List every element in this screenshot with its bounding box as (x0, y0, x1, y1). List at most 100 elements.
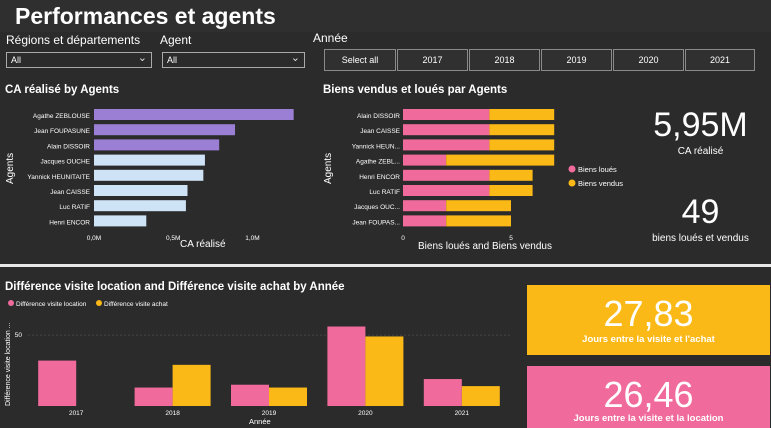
bar-segment (489, 124, 555, 136)
bar-segment (403, 139, 490, 151)
bar (94, 154, 205, 166)
bar (172, 364, 211, 406)
bar-segment (489, 169, 533, 181)
chart-biens-title: Biens vendus et loués par Agents (323, 84, 508, 96)
bar (365, 336, 404, 406)
y-tick-label: Luc RATIF (59, 204, 90, 211)
legend-label: Biens vendus (578, 179, 623, 188)
page-title: Performances et agents (15, 3, 276, 29)
bar (94, 200, 186, 212)
bar-segment (446, 154, 555, 166)
chevron-down-icon: ⌄ (137, 52, 147, 64)
kpi-ca-value: 5,95M (653, 106, 748, 144)
bar (231, 384, 269, 406)
legend-marker (568, 165, 576, 173)
bar (269, 387, 307, 406)
kpi-ca-label: CA réalisé (677, 146, 724, 157)
bar (94, 169, 204, 181)
y-tick-label: Jacques OUCHE (41, 159, 91, 166)
bar (423, 379, 462, 406)
bar (38, 360, 77, 406)
kpi-biens-value: 49 (681, 193, 720, 231)
x-tick-label: 1,0M (245, 235, 259, 242)
card-visite-location: 26,46 Jours entre la visite et la locati… (527, 366, 770, 428)
section-divider (0, 264, 771, 267)
y-tick-label: Luc RATIF (369, 189, 400, 196)
bar-segment (403, 154, 447, 166)
filter-label-regions: Régions et départements (6, 33, 141, 47)
chart-ca-by-agents: Agathe ZEBLOUSE Jean FOUPASUNE Alain DISSO… (27, 109, 294, 242)
y-tick-label: Agathe ZEBL... (356, 159, 400, 166)
year-button-2019[interactable]: 2019 (541, 49, 612, 71)
bar-segment (489, 139, 555, 151)
bar-segment (489, 109, 555, 120)
bar-segment (403, 109, 490, 120)
legend-label: Différence visite achat (104, 301, 168, 308)
filter-label-agent: Agent (160, 33, 192, 47)
y-tick-label: Jean FOUPAS... (352, 219, 400, 226)
bar-segment (403, 185, 490, 196)
bar (94, 185, 188, 196)
card-location-label: Jours entre la visite et la location (573, 413, 724, 424)
chevron-down-icon: ⌄ (290, 52, 300, 64)
bar-segment (403, 169, 490, 181)
bar (94, 109, 294, 120)
bar-segment (403, 124, 490, 136)
y-tick-label: Jean CAISSE (360, 128, 400, 135)
chart-ca-title: CA réalisé by Agents (5, 84, 120, 96)
x-tick-label: 2021 (455, 410, 470, 417)
x-tick-label: 0,0M (87, 235, 101, 242)
y-tick-label: Henri ENCOR (359, 174, 400, 181)
card-visite-achat: 27,83 Jours entre la visite et l'achat (527, 285, 770, 355)
y-tick-label: Jean FOUPASUNE (34, 128, 91, 135)
bar (327, 326, 366, 406)
legend-label: Biens loués (578, 165, 617, 174)
bar-segment (403, 200, 447, 212)
x-tick-label: 0,5M (166, 235, 180, 242)
x-tick-label: 0 (401, 235, 405, 242)
regions-dropdown[interactable]: All ⌄ (6, 52, 152, 68)
y-tick-label: Henri ENCOR (49, 219, 90, 226)
year-button-select-all[interactable]: Select all (324, 49, 396, 71)
bar-segment (403, 215, 447, 227)
y-tick-label: Agathe ZEBLOUSE (33, 113, 91, 120)
card-achat-value: 27,83 (603, 293, 694, 334)
bar (134, 387, 173, 406)
y-tick-label: Jacques OUC... (354, 204, 400, 211)
card-location-value: 26,46 (603, 374, 694, 415)
y-tick-label: Alain DISSOIR (357, 113, 400, 120)
agent-dropdown[interactable]: All ⌄ (162, 52, 305, 68)
x-tick-label: 2018 (165, 410, 180, 417)
x-tick-label: 2019 (262, 410, 277, 417)
y-tick-label: Jean CAISSE (50, 189, 90, 196)
chart-biens-by-agents: Alain DISSOIR Jean CAISSE Yannick HEUN... A… (352, 109, 623, 242)
bar-segment (446, 215, 511, 227)
year-button-2018[interactable]: 2018 (469, 49, 540, 71)
bar (461, 386, 500, 406)
kpi-biens-label: biens loués et vendus (652, 233, 749, 244)
legend-marker (8, 300, 14, 306)
y-tick-label: 50 (15, 332, 23, 339)
agent-dropdown-value: All (167, 55, 178, 65)
y-tick-label: Yannick HEUNITAITE (27, 174, 90, 181)
bar (94, 215, 147, 227)
bar (94, 124, 236, 136)
y-tick-label: Alain DISSOIR (47, 143, 90, 150)
chart-diff-title: Différence visite location and Différenc… (5, 281, 345, 293)
filter-label-annee: Année (313, 31, 348, 45)
chart-diff-by-annee: Différence visite location Différence vis… (8, 300, 510, 417)
x-tick-label: 2017 (69, 410, 84, 417)
regions-dropdown-value: All (11, 55, 22, 65)
x-tick-label: 5 (509, 235, 513, 242)
legend-marker (96, 300, 102, 306)
year-button-2017[interactable]: 2017 (397, 49, 468, 71)
x-tick-label: 2020 (358, 410, 373, 417)
bar (94, 139, 220, 151)
bar-segment (446, 200, 511, 212)
chart-diff-xlabel: Année (249, 417, 271, 426)
year-button-2020[interactable]: 2020 (613, 49, 684, 71)
year-button-2021[interactable]: 2021 (685, 49, 755, 71)
card-achat-label: Jours entre la visite et l'achat (582, 334, 715, 345)
y-tick-label: Yannick HEUN... (352, 143, 400, 150)
legend-label: Différence visite location (16, 301, 87, 308)
